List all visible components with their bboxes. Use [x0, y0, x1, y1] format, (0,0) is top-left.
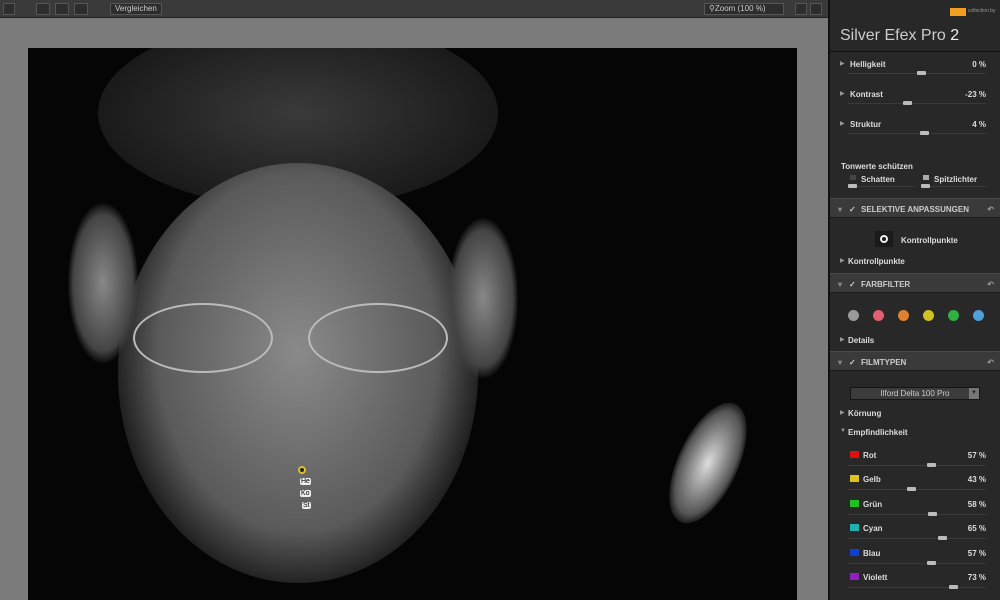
film-type-value: Ilford Delta 100 Pro	[880, 389, 950, 398]
filter-neutral[interactable]	[848, 310, 859, 321]
color-swatch	[850, 524, 859, 532]
title-text: Silver Efex Pro	[840, 27, 946, 44]
zoom-label: Zoom (100 %)	[714, 4, 766, 13]
cp-label-contrast[interactable]: Ko	[300, 490, 311, 497]
panel-toggle-icon[interactable]	[810, 3, 822, 15]
section-filmtypes[interactable]: ▾ ✓ FILMTYPEN ↶	[830, 351, 1000, 371]
section-title: SELEKTIVE ANPASSUNGEN	[861, 205, 970, 214]
slider-label: Grün	[863, 499, 883, 509]
expander-label: Kontrollpunkte	[848, 257, 905, 266]
expander-label: Details	[848, 336, 875, 345]
slider-label: Cyan	[863, 524, 883, 534]
color-swatch	[850, 475, 859, 483]
reset-icon[interactable]: ↶	[987, 358, 994, 367]
slider-thumb[interactable]	[937, 536, 947, 541]
film-type-select[interactable]: Ilford Delta 100 Pro ▼	[850, 387, 980, 400]
split-view-icon[interactable]	[55, 3, 69, 15]
slider-thumb[interactable]	[907, 487, 917, 492]
slider-thumb[interactable]	[948, 585, 958, 589]
expander-label: Körnung	[848, 409, 882, 418]
protect-tones-label: Tonwerte schützen	[841, 162, 913, 171]
lightbulb-icon[interactable]	[795, 3, 807, 15]
slider-value: 57 %	[967, 451, 986, 460]
check-icon[interactable]: ✓	[849, 205, 856, 214]
slider-label: Struktur	[850, 120, 882, 129]
reset-icon[interactable]: ↶	[987, 280, 994, 289]
logo-text: collection by	[968, 8, 996, 14]
section-title: FILMTYPEN	[861, 358, 907, 367]
slider-thumb[interactable]	[926, 560, 936, 565]
slider-label: Blau	[863, 548, 881, 558]
slider-value: 0 %	[972, 60, 986, 69]
chevron-down-icon: ▼	[969, 388, 979, 399]
color-swatch	[850, 548, 859, 556]
control-panel: collection by Silver Efex Pro 2 ▶ Helligk…	[828, 0, 1000, 600]
collapse-icon: ▾	[838, 358, 843, 367]
slider-thumb[interactable]	[928, 511, 938, 516]
side-by-side-view-icon[interactable]	[74, 3, 88, 15]
slider-value: 43 %	[967, 475, 986, 485]
color-swatch	[850, 499, 859, 507]
check-icon[interactable]: ✓	[849, 280, 856, 289]
exit-icon[interactable]	[3, 3, 15, 15]
app-title: Silver Efex Pro 2	[840, 27, 959, 45]
slider-value: 57 %	[967, 548, 986, 558]
slider-value: 73 %	[967, 573, 986, 582]
compare-button[interactable]: Vergleichen	[110, 3, 162, 15]
highlights-label: Spitzlichter	[934, 175, 978, 184]
section-colorfilter[interactable]: ▾ ✓ FARBFILTER ↶	[830, 273, 1000, 293]
title-version: 2	[950, 27, 960, 44]
add-control-point-button[interactable]	[875, 231, 893, 247]
filter-orange[interactable]	[898, 310, 909, 321]
expander-label: Empfindlichkeit	[848, 428, 908, 437]
preview-canvas: He Ko St	[0, 18, 828, 600]
cp-label-brightness[interactable]: He	[300, 478, 311, 485]
filter-green[interactable]	[948, 310, 959, 321]
slider-value: 58 %	[967, 499, 986, 509]
slider-label: Helligkeit	[850, 60, 886, 69]
slider-label: Rot	[863, 451, 877, 460]
slider-label: Violett	[863, 573, 888, 582]
color-swatch	[850, 573, 859, 580]
zoom-button[interactable]: ⚲Zoom (100 %)	[704, 3, 784, 15]
collapse-icon: ▾	[838, 205, 843, 214]
photo-preview[interactable]: He Ko St	[28, 48, 797, 600]
slider-value: 4 %	[972, 120, 986, 129]
slider-label: Kontrast	[850, 90, 883, 99]
control-point-icon	[880, 235, 888, 243]
control-points-button-label: Kontrollpunkte	[901, 236, 958, 245]
shadows-label: Schatten	[861, 175, 895, 184]
cp-label-structure[interactable]: St	[302, 502, 311, 509]
check-icon[interactable]: ✓	[849, 358, 856, 367]
filter-blue[interactable]	[973, 310, 984, 321]
section-selective[interactable]: ▾ ✓ SELEKTIVE ANPASSUNGEN ↶	[830, 198, 1000, 218]
filter-red[interactable]	[873, 310, 884, 321]
slider-label: Gelb	[863, 475, 881, 485]
collapse-icon: ▾	[838, 280, 843, 289]
control-point[interactable]	[298, 466, 306, 474]
single-view-icon[interactable]	[36, 3, 50, 15]
reset-icon[interactable]: ↶	[987, 205, 994, 214]
slider-value: 65 %	[967, 524, 986, 534]
filter-yellow[interactable]	[923, 310, 934, 321]
slider-value: -23 %	[965, 90, 986, 99]
nik-logo	[950, 8, 966, 16]
section-title: FARBFILTER	[861, 280, 911, 289]
toolbar: Vergleichen ⚲Zoom (100 %)	[0, 0, 828, 18]
color-swatch	[850, 451, 859, 458]
slider-thumb[interactable]	[926, 463, 936, 467]
